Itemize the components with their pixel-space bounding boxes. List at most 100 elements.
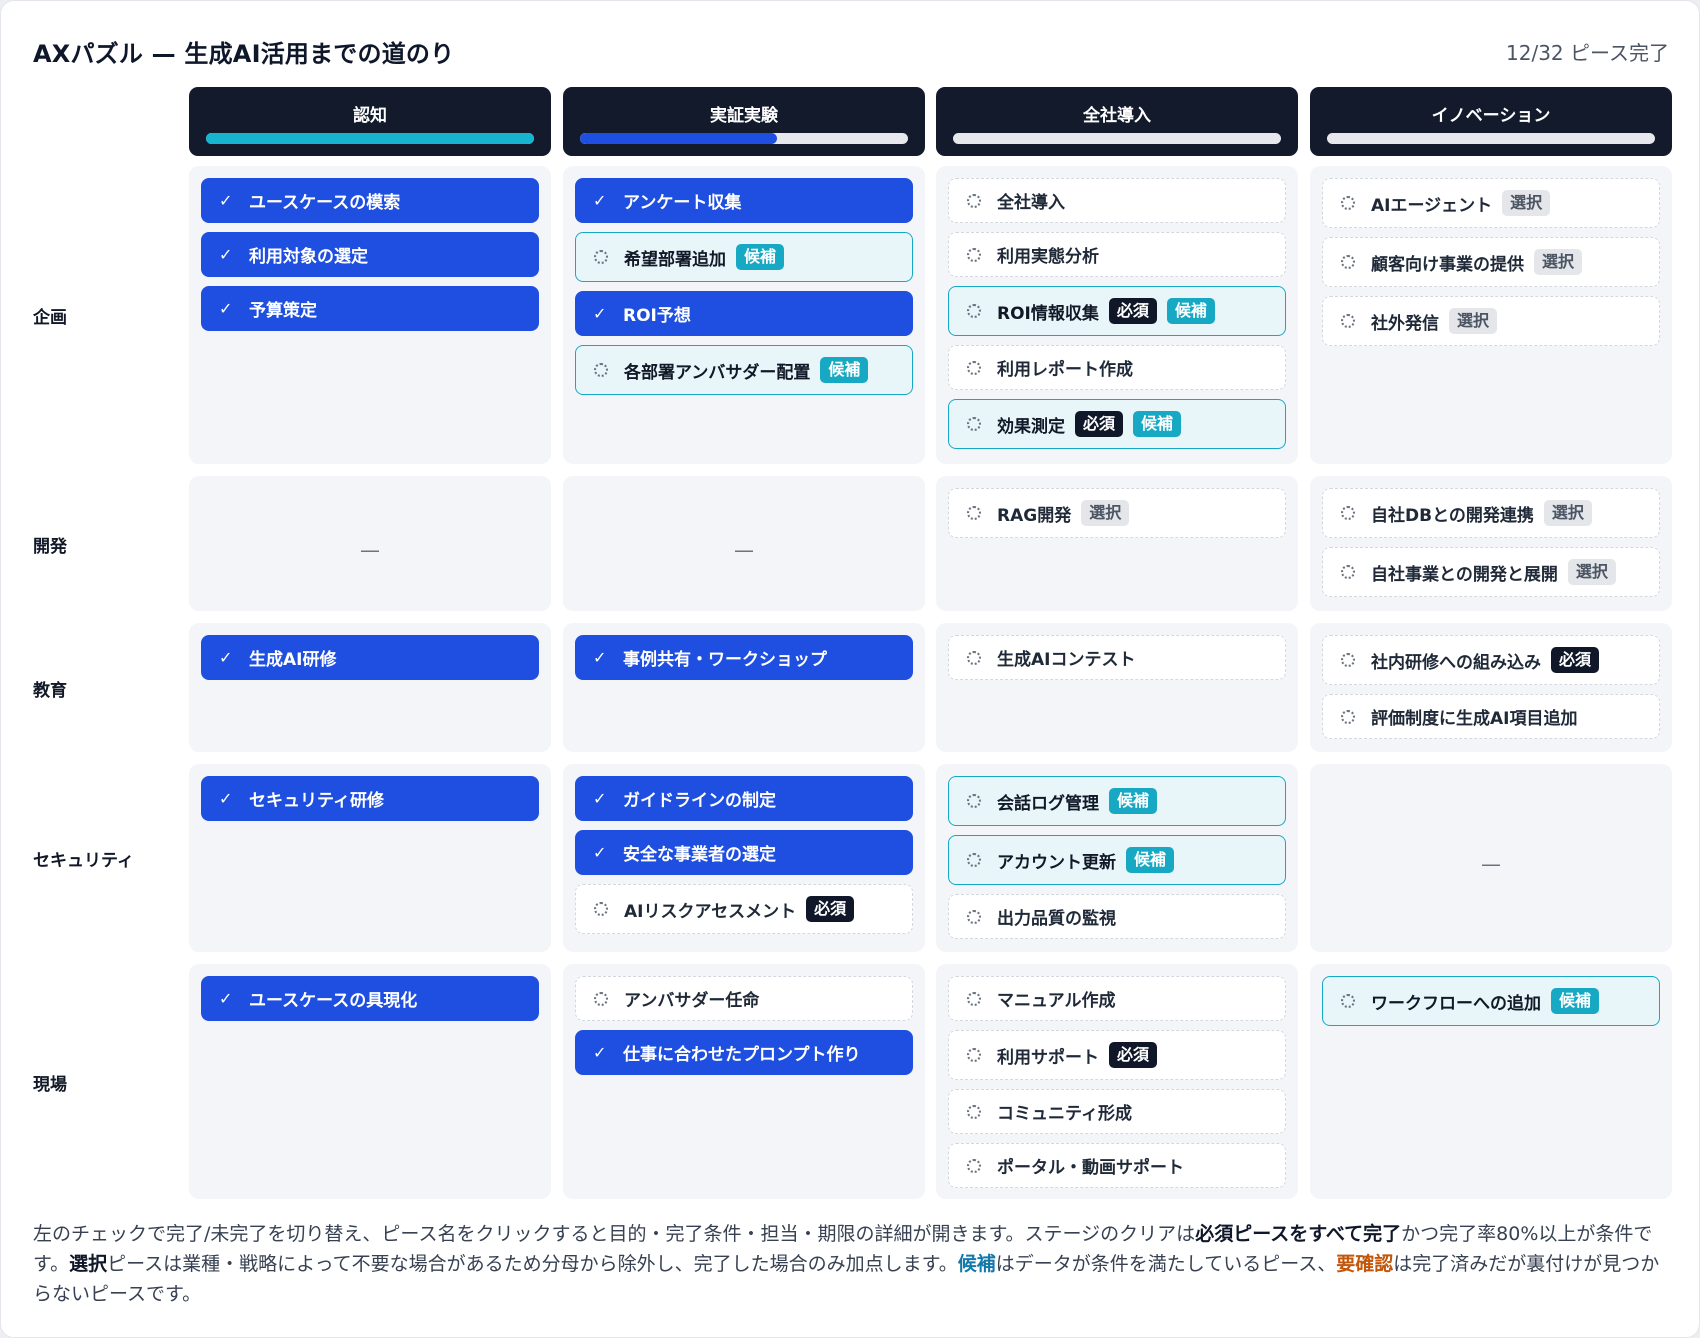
dotted-circle-icon[interactable] (967, 304, 981, 318)
dotted-circle-icon[interactable] (967, 417, 981, 431)
dotted-circle-icon[interactable] (967, 853, 981, 867)
dotted-circle-icon[interactable] (1341, 994, 1355, 1008)
puzzle-piece[interactable]: AIリスクアセスメント 必須 (575, 884, 913, 934)
piece-label[interactable]: 仕事に合わせたプロンプト作り (623, 1040, 861, 1065)
puzzle-piece[interactable]: AIエージェント 選択 (1322, 178, 1660, 228)
check-icon[interactable]: ✓ (219, 300, 235, 317)
piece-label[interactable]: 会話ログ管理 (997, 789, 1099, 814)
puzzle-piece[interactable]: 自社事業との開発と展開 選択 (1322, 547, 1660, 597)
piece-label[interactable]: RAG開発 (997, 501, 1071, 526)
piece-label[interactable]: アカウント更新 (997, 848, 1116, 873)
piece-label[interactable]: 安全な事業者の選定 (623, 840, 776, 865)
puzzle-piece[interactable]: 希望部署追加 候補 (575, 232, 913, 282)
piece-label[interactable]: 出力品質の監視 (997, 904, 1116, 929)
puzzle-piece[interactable]: アカウント更新 候補 (948, 835, 1286, 885)
piece-label[interactable]: 生成AI研修 (249, 645, 336, 670)
dotted-circle-icon[interactable] (594, 363, 608, 377)
puzzle-piece[interactable]: 利用実態分析 (948, 232, 1286, 277)
puzzle-piece[interactable]: アンバサダー任命 (575, 976, 913, 1021)
piece-label[interactable]: コミュニティ形成 (997, 1099, 1132, 1124)
puzzle-piece[interactable]: ✓ ユースケースの具現化 (201, 976, 539, 1021)
piece-label[interactable]: ユースケースの模索 (249, 188, 400, 213)
dotted-circle-icon[interactable] (967, 1048, 981, 1062)
piece-label[interactable]: ワークフローへの追加 (1371, 989, 1541, 1014)
puzzle-piece[interactable]: 自社DBとの開発連携 選択 (1322, 488, 1660, 538)
piece-label[interactable]: 評価制度に生成AI項目追加 (1371, 704, 1577, 729)
puzzle-piece[interactable]: 社外発信 選択 (1322, 296, 1660, 346)
piece-label[interactable]: 利用実態分析 (997, 242, 1099, 267)
piece-label[interactable]: 利用レポート作成 (997, 355, 1133, 380)
puzzle-piece[interactable]: 利用レポート作成 (948, 345, 1286, 390)
piece-label[interactable]: 事例共有・ワークショップ (623, 645, 827, 670)
puzzle-piece[interactable]: 利用サポート 必須 (948, 1030, 1286, 1080)
dotted-circle-icon[interactable] (1341, 255, 1355, 269)
piece-label[interactable]: ROI予想 (623, 301, 691, 326)
puzzle-piece[interactable]: 出力品質の監視 (948, 894, 1286, 939)
puzzle-piece[interactable]: 評価制度に生成AI項目追加 (1322, 694, 1660, 739)
dotted-circle-icon[interactable] (967, 991, 981, 1006)
puzzle-piece[interactable]: ✓ 仕事に合わせたプロンプト作り (575, 1030, 913, 1075)
piece-label[interactable]: 社内研修への組み込み (1371, 648, 1541, 673)
dotted-circle-icon[interactable] (1341, 709, 1355, 724)
dotted-circle-icon[interactable] (594, 250, 608, 264)
dotted-circle-icon[interactable] (967, 247, 981, 262)
puzzle-piece[interactable]: RAG開発 選択 (948, 488, 1286, 538)
piece-label[interactable]: 利用サポート (997, 1043, 1099, 1068)
dotted-circle-icon[interactable] (967, 909, 981, 924)
piece-label[interactable]: マニュアル作成 (997, 986, 1116, 1011)
puzzle-piece[interactable]: 会話ログ管理 候補 (948, 776, 1286, 826)
check-icon[interactable]: ✓ (593, 305, 609, 322)
dotted-circle-icon[interactable] (967, 1158, 981, 1173)
piece-label[interactable]: 顧客向け事業の提供 (1371, 250, 1524, 275)
piece-label[interactable]: ROI情報収集 (997, 299, 1099, 324)
piece-label[interactable]: 生成AIコンテスト (997, 645, 1135, 670)
piece-label[interactable]: 自社DBとの開発連携 (1371, 501, 1534, 526)
piece-label[interactable]: 予算策定 (249, 296, 317, 321)
piece-label[interactable]: ユースケースの具現化 (249, 986, 417, 1011)
dotted-circle-icon[interactable] (1341, 653, 1355, 667)
dotted-circle-icon[interactable] (967, 1104, 981, 1119)
dotted-circle-icon[interactable] (1341, 196, 1355, 210)
dotted-circle-icon[interactable] (594, 902, 608, 916)
piece-label[interactable]: 自社事業との開発と展開 (1371, 560, 1558, 585)
piece-label[interactable]: 社外発信 (1371, 309, 1439, 334)
puzzle-piece[interactable]: ✓ セキュリティ研修 (201, 776, 539, 821)
puzzle-piece[interactable]: ポータル・動画サポート (948, 1143, 1286, 1188)
dotted-circle-icon[interactable] (1341, 565, 1355, 579)
puzzle-piece[interactable]: 全社導入 (948, 178, 1286, 223)
piece-label[interactable]: AIリスクアセスメント (624, 897, 796, 922)
dotted-circle-icon[interactable] (967, 360, 981, 375)
puzzle-piece[interactable]: ✓ 利用対象の選定 (201, 232, 539, 277)
piece-label[interactable]: 全社導入 (997, 188, 1065, 213)
dotted-circle-icon[interactable] (1341, 314, 1355, 328)
puzzle-piece[interactable]: ✓ 予算策定 (201, 286, 539, 331)
check-icon[interactable]: ✓ (219, 790, 235, 807)
piece-label[interactable]: 希望部署追加 (624, 245, 726, 270)
puzzle-piece[interactable]: ✓ ガイドラインの制定 (575, 776, 913, 821)
check-icon[interactable]: ✓ (219, 990, 235, 1007)
puzzle-piece[interactable]: 効果測定 必須 候補 (948, 399, 1286, 449)
check-icon[interactable]: ✓ (593, 844, 609, 861)
dotted-circle-icon[interactable] (594, 991, 608, 1006)
puzzle-piece[interactable]: ✓ アンケート収集 (575, 178, 913, 223)
check-icon[interactable]: ✓ (219, 649, 235, 666)
puzzle-piece[interactable]: 顧客向け事業の提供 選択 (1322, 237, 1660, 287)
dotted-circle-icon[interactable] (967, 193, 981, 208)
dotted-circle-icon[interactable] (967, 506, 981, 520)
puzzle-piece[interactable]: マニュアル作成 (948, 976, 1286, 1021)
puzzle-piece[interactable]: コミュニティ形成 (948, 1089, 1286, 1134)
puzzle-piece[interactable]: ✓ 生成AI研修 (201, 635, 539, 680)
check-icon[interactable]: ✓ (593, 790, 609, 807)
piece-label[interactable]: セキュリティ研修 (249, 786, 384, 811)
puzzle-piece[interactable]: 社内研修への組み込み 必須 (1322, 635, 1660, 685)
piece-label[interactable]: アンケート収集 (623, 188, 741, 213)
piece-label[interactable]: アンバサダー任命 (624, 986, 759, 1011)
puzzle-piece[interactable]: ✓ ユースケースの模索 (201, 178, 539, 223)
puzzle-piece[interactable]: 生成AIコンテスト (948, 635, 1286, 680)
dotted-circle-icon[interactable] (967, 650, 981, 665)
puzzle-piece[interactable]: ワークフローへの追加 候補 (1322, 976, 1660, 1026)
piece-label[interactable]: ポータル・動画サポート (997, 1153, 1184, 1178)
check-icon[interactable]: ✓ (593, 1044, 609, 1061)
puzzle-piece[interactable]: ✓ 事例共有・ワークショップ (575, 635, 913, 680)
check-icon[interactable]: ✓ (219, 246, 235, 263)
